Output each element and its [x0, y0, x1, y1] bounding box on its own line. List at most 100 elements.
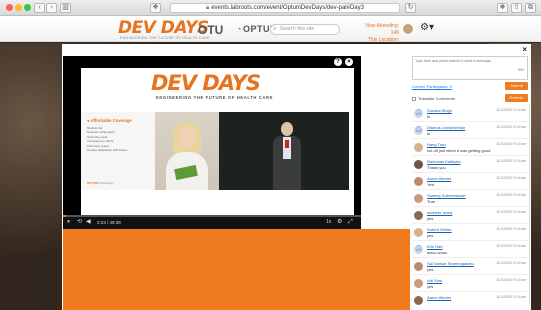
devdays-logo[interactable]: DEV DAYS — [118, 18, 209, 38]
fullscreen-icon[interactable]: ⤢ — [348, 219, 353, 226]
user-photo-avatar — [414, 296, 423, 305]
message-author[interactable]: Dhanus Unnikrishnan — [427, 125, 465, 130]
user-initial-icon: 👤︎ — [414, 245, 423, 254]
message-author[interactable]: Robert Winter — [427, 227, 452, 232]
site-header: DEV DAYS ENGINEERING THE FUTURE OF HEALT… — [0, 16, 541, 50]
otu-logo: OTU — [198, 23, 224, 37]
message-timestamp: 11/11/2020 07:44 am — [496, 108, 526, 112]
back-button[interactable]: ‹ — [34, 3, 45, 13]
progress-bar[interactable] — [63, 215, 361, 217]
message-text: yes — [427, 233, 434, 238]
chat-message: 👤︎ Suzana Singh hi 11/11/2020 07:44 am — [412, 106, 528, 122]
chat-message: Sudeep Subramanian True 11/11/2020 07:44 a… — [412, 191, 528, 207]
message-author[interactable]: Hang Tran — [427, 142, 446, 147]
session-modal: × ? × DEV DAYS ENGINEERING THE FUTURE OF… — [62, 44, 531, 310]
message-timestamp: 11/11/2020 07:44 am — [496, 125, 526, 129]
chat-scrollbar[interactable] — [529, 104, 530, 304]
chat-placeholder: Type here and press submit to send a mes… — [415, 59, 492, 63]
slide-photo-woman — [155, 112, 219, 190]
url-text: events.labroots.com/event/OptumDevDays/d… — [211, 5, 364, 11]
message-author[interactable]: Aaron Wexler — [427, 295, 451, 300]
loop-icon[interactable]: ⟲ — [77, 219, 82, 226]
user-initial-icon: 👤︎ — [414, 126, 423, 135]
chat-message: Aaron Wexler 11/11/2020 07:44 am — [412, 293, 528, 308]
message-author[interactable]: Aaron Wexler — [427, 176, 451, 181]
reload-icon[interactable]: ↻ — [405, 3, 416, 13]
message-timestamp: 11/11/2020 07:44 am — [496, 210, 526, 214]
venue-background-left — [0, 43, 62, 310]
user-photo-avatar — [414, 262, 423, 271]
slide-bullet-list: Medical risk Network configuration Opera… — [87, 126, 127, 152]
participants-link[interactable]: Current Participants: 9 — [412, 84, 452, 89]
message-author[interactable]: Eric Hart — [427, 244, 443, 249]
share-icon[interactable]: ⇧ — [511, 3, 522, 13]
now-attending: Now Attending: 146 — [365, 23, 399, 36]
message-author[interactable]: Sudeep Subramanian — [427, 193, 466, 198]
close-modal-icon[interactable]: × — [522, 45, 527, 54]
message-timestamp: 11/11/2020 07:44 am — [496, 261, 526, 265]
message-text: cut off just when it was getting good — [427, 148, 491, 153]
slide-text-panel: ● Affordable Coverage Medical risk Netwo… — [81, 112, 155, 190]
browser-toolbar: ‹ › ▥ ❖ 🔒︎ events.labroots.com/event/Optu… — [0, 0, 541, 16]
message-text: yes — [427, 267, 434, 272]
refresh-button[interactable]: Refresh — [505, 94, 528, 102]
user-photo-avatar — [414, 279, 423, 288]
chat-message: Ramunas Kadlyala Thank you 11/11/2020 07:4… — [412, 157, 528, 173]
search-placeholder: Search this site — [280, 26, 315, 32]
forward-button[interactable]: › — [46, 3, 57, 13]
chat-message: Aaron Wexler Yes! 11/11/2020 07:44 am — [412, 174, 528, 190]
message-author[interactable]: Sai Sankar Sharmugasetu — [427, 261, 474, 266]
submit-button[interactable]: Submit — [505, 82, 528, 90]
playback-rate[interactable]: 1x — [326, 219, 331, 226]
minimize-window-button[interactable] — [15, 4, 22, 11]
translate-checkbox[interactable] — [412, 96, 416, 101]
sidebar-icon[interactable]: ▥ — [60, 3, 71, 13]
user-photo-avatar — [414, 194, 423, 203]
slide-bullet: Greater satisfaction with fitness — [87, 148, 128, 153]
privacy-icon[interactable]: ❖ — [150, 3, 161, 13]
user-photo-avatar — [414, 228, 423, 237]
close-window-button[interactable] — [6, 4, 13, 11]
presentation-slide: DEV DAYS ENGINEERING THE FUTURE OF HEALT… — [81, 68, 354, 216]
chat-message: Sai Sankar Sharmugasetu yes 11/11/2020 07:… — [412, 259, 528, 275]
message-text: hi — [427, 114, 431, 119]
message-text: yes — [427, 216, 434, 221]
settings-icon[interactable]: ⚙ — [337, 219, 342, 226]
user-initial-icon: 👤︎ — [414, 109, 423, 118]
message-author[interactable]: Ramunas Kadlyala — [427, 159, 461, 164]
pause-icon[interactable]: ⏸ — [67, 219, 70, 226]
message-author[interactable]: sudheer asma — [427, 210, 452, 215]
message-timestamp: 11/11/2020 07:44 am — [496, 227, 526, 231]
chat-message: 👤︎ Dhanus Unnikrishnan hi 11/11/2020 07:44 … — [412, 123, 528, 139]
user-avatar[interactable] — [402, 23, 414, 35]
address-bar[interactable]: 🔒︎ events.labroots.com/event/OptumDevDays… — [170, 3, 400, 13]
search-icon: ⌕ — [273, 26, 277, 32]
chat-message: Robert Winter yes 11/11/2020 07:44 am — [412, 225, 528, 241]
message-author[interactable]: Suzana Singh — [427, 108, 452, 113]
chat-message: sudheer asma yes 11/11/2020 07:44 am — [412, 208, 528, 224]
search-input[interactable]: ⌕ Search this site — [270, 24, 340, 35]
message-timestamp: 11/11/2020 07:44 am — [496, 244, 526, 248]
user-photo-avatar — [414, 177, 423, 186]
slide-panel-title: ● Affordable Coverage — [87, 118, 132, 123]
settings-gear-icon[interactable]: ⚙▾ — [420, 22, 434, 33]
chat-message-input[interactable]: Type here and press submit to send a mes… — [412, 56, 528, 80]
chat-message: Arti Soni yes 11/11/2020 07:44 am — [412, 276, 528, 292]
orange-banner — [63, 229, 410, 310]
user-photo-avatar — [414, 160, 423, 169]
translate-toggle[interactable]: Translate Comments — [412, 96, 455, 101]
time-display: 0:23 / 49:39 — [97, 220, 121, 225]
slide-tagline: ENGINEERING THE FUTURE OF HEALTH CARE — [156, 95, 274, 100]
close-player-icon[interactable]: × — [345, 58, 353, 66]
tabs-icon[interactable]: ⧉ — [525, 3, 536, 13]
char-count: 500 — [518, 68, 524, 72]
zoom-window-button[interactable] — [24, 4, 31, 11]
extensions-icon[interactable]: ❖ — [497, 3, 508, 13]
message-timestamp: 11/11/2020 07:44 am — [496, 159, 526, 163]
message-author[interactable]: Arti Soni — [427, 278, 442, 283]
chat-message: Hang Tran cut off just when it was gettin… — [412, 140, 528, 156]
video-player[interactable]: ? × DEV DAYS ENGINEERING THE FUTURE OF H… — [63, 56, 361, 229]
volume-icon[interactable]: ◀ — [86, 219, 91, 226]
message-text: Yes! — [427, 182, 435, 187]
help-icon[interactable]: ? — [334, 58, 342, 66]
